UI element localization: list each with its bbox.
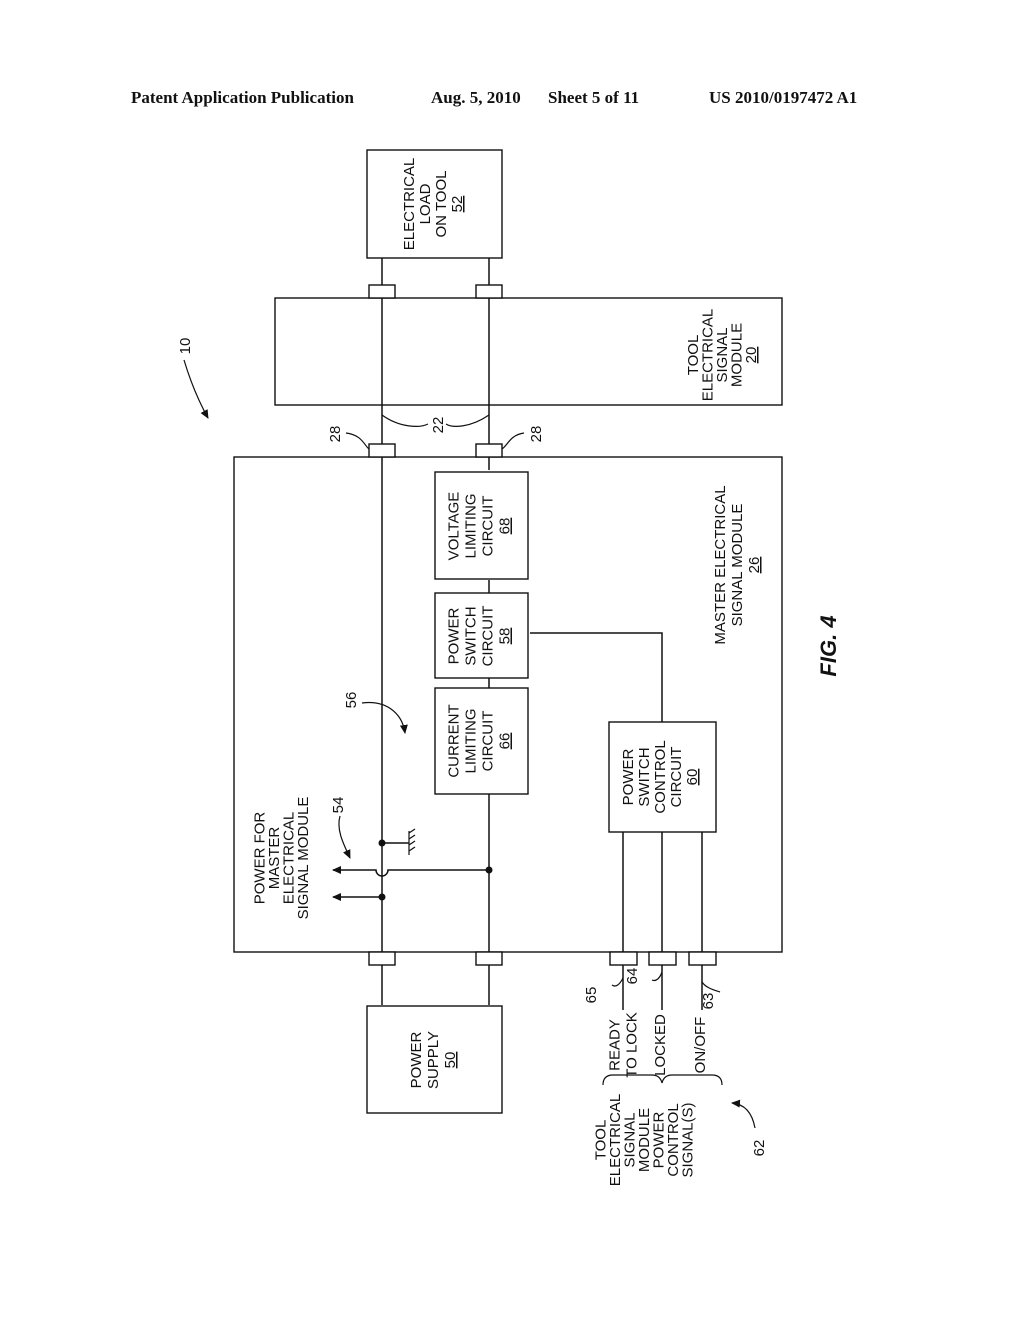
connector-28a [368, 443, 396, 458]
current-limiting-ref: 66 [497, 733, 514, 750]
voltage-limiting-ref: 68 [497, 518, 514, 535]
power-tap-b [332, 866, 489, 877]
ref-65: 65 [583, 987, 600, 1004]
switch-control-text-line: CIRCUIT [668, 747, 685, 808]
signal-onoff-label: ON/OFF [692, 1017, 709, 1074]
current-limiting-text-line: LIMITING [463, 708, 480, 773]
ref-22-leader-b [445, 414, 490, 427]
power-switch-text-line: CIRCUIT [480, 606, 497, 667]
switch-control-text-line: CONTROL [652, 740, 669, 813]
signal-locked-text-line: LOCKED [652, 1014, 669, 1076]
ref-56: 56 [343, 692, 360, 709]
power-supply-text-line: SUPPLY [425, 1031, 442, 1089]
tool-module-label: TOOLELECTRICALSIGNALMODULE20 [685, 309, 760, 402]
signal-ready-text-line: TO LOCK [624, 1012, 641, 1078]
electrical-load-text-line: LOAD [417, 183, 434, 224]
figure-label: FIG. 4 [816, 615, 841, 676]
signal-locked-label: LOCKED [652, 1014, 669, 1076]
signal-onoff-text-line: ON/OFF [692, 1017, 709, 1074]
signals-group-text-line: SIGNAL(S) [680, 1102, 697, 1177]
voltage-limiting-text-line: LIMITING [463, 493, 480, 558]
power-switch-text-line: POWER [446, 608, 463, 665]
electrical-load-text-line: ELECTRICAL [401, 158, 418, 251]
junction-dot [378, 893, 386, 901]
connector [368, 951, 396, 966]
power-switch-text-line: SWITCH [463, 606, 480, 665]
master-module-label: MASTER ELECTRICAL SIGNAL MODULE 26 [712, 485, 763, 644]
ref-22: 22 [430, 417, 447, 434]
signal-ready-label: READY TO LOCK [607, 1012, 641, 1078]
ref-28a: 28 [327, 426, 344, 443]
signals-group-label: TOOLELECTRICALSIGNALMODULEPOWERCONTROLSI… [593, 1094, 697, 1187]
ref-65-leader [611, 977, 624, 987]
connector-65 [609, 951, 638, 966]
connector-63 [688, 951, 717, 966]
tool-module-ref: 20 [743, 347, 760, 364]
switch-control-text-line: POWER [620, 749, 637, 806]
junction-dot [485, 866, 493, 874]
ref-10-arrow [183, 359, 209, 419]
power-for-master-text-line: SIGNAL MODULE [295, 797, 312, 920]
ref-22-leader-a [381, 414, 429, 427]
connector [368, 284, 396, 299]
ref-56-arrow [361, 701, 408, 734]
connector-64 [648, 951, 677, 966]
ground-icon [408, 828, 416, 855]
connector-28b [475, 443, 503, 458]
ref-28b: 28 [528, 426, 545, 443]
master-module-ref: 26 [746, 557, 763, 574]
block-diagram: ELECTRICAL LOAD ON TOOL 52 TOOLELECTRICALSIG… [177, 149, 841, 1187]
ref-63: 63 [700, 993, 717, 1010]
ref-54-arrow [338, 815, 351, 859]
ref-62-arrow [731, 1099, 756, 1129]
switch-control-ref: 60 [684, 769, 701, 786]
ref-10: 10 [177, 338, 194, 355]
power-switch-ref: 58 [497, 628, 514, 645]
voltage-limiting-text-line: VOLTAGE [446, 492, 463, 561]
current-limiting-text-line: CIRCUIT [480, 711, 497, 772]
power-for-master-label: POWER FORMASTERELECTRICALSIGNAL MODULE [251, 797, 312, 920]
power-supply-text-line: POWER [408, 1032, 425, 1089]
master-module-text-line: MASTER ELECTRICAL [712, 485, 729, 644]
connector [475, 284, 503, 299]
switch-control-link [530, 632, 663, 722]
electrical-load-text-line: ON TOOL [433, 171, 450, 238]
ref-28a-leader [345, 432, 370, 450]
ref-54: 54 [330, 797, 347, 814]
ref-64-leader [651, 971, 663, 982]
ref-28b-leader [501, 432, 525, 450]
signal-ready-text-line: READY [607, 1019, 624, 1071]
master-module-text-line: SIGNAL MODULE [729, 504, 746, 627]
voltage-limiting-text-line: CIRCUIT [480, 496, 497, 557]
ref-64: 64 [624, 968, 641, 985]
ref-63-leader [701, 981, 721, 993]
connector [475, 951, 503, 966]
power-supply-ref: 50 [442, 1052, 459, 1069]
ref-62: 62 [751, 1140, 768, 1157]
switch-control-text-line: SWITCH [636, 747, 653, 806]
current-limiting-text-line: CURRENT [446, 704, 463, 777]
connectors [368, 284, 717, 966]
electrical-load-ref: 52 [449, 196, 466, 213]
power-taps [332, 828, 493, 901]
